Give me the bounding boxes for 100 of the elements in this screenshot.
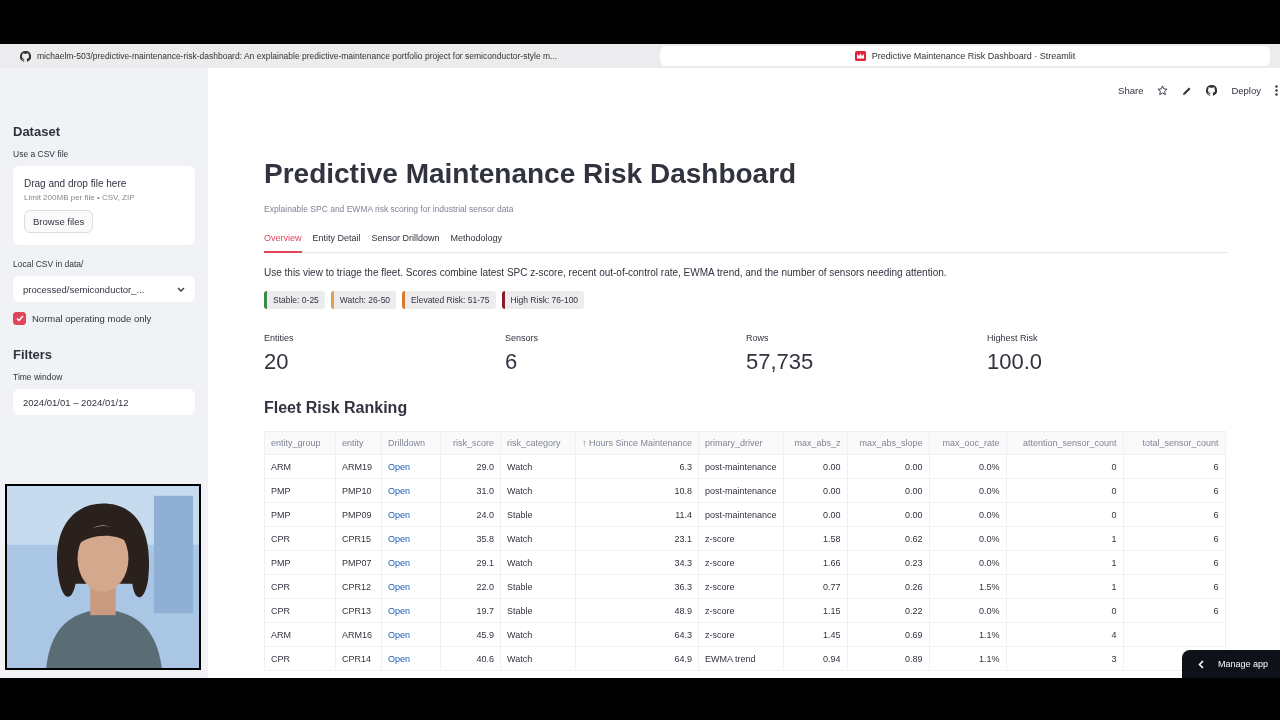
table-cell: post-maintenance: [698, 478, 784, 503]
column-header[interactable]: entity_group: [264, 431, 336, 455]
table-cell: CPR12: [335, 574, 382, 599]
intro-text: Use this view to triage the fleet. Scores combine latest SPC z-score, recent out-of-control rate, EWMA trend, and the number of sensors needing attention.: [264, 267, 948, 278]
column-header[interactable]: risk_score: [440, 431, 501, 455]
chevron-left-icon: [1197, 659, 1204, 669]
table-cell: Watch: [500, 526, 576, 551]
checkbox[interactable]: [13, 312, 26, 325]
github-icon: [20, 50, 31, 62]
tab[interactable]: Sensor Drilldown: [371, 233, 440, 253]
table-cell: 22.0: [440, 574, 501, 599]
chevron-down-icon: [177, 286, 185, 292]
table-cell: CPR: [264, 526, 336, 551]
table-cell: 45.9: [440, 622, 501, 647]
column-header[interactable]: max_abs_z: [783, 431, 848, 455]
star-icon[interactable]: [1157, 85, 1169, 96]
metric-value: 100.0: [987, 349, 1044, 375]
table-cell: 64.9: [575, 646, 699, 671]
table-cell: PMP: [264, 550, 336, 575]
table-cell: z-score: [698, 526, 784, 551]
table-cell: 10.8: [575, 478, 699, 503]
share-link[interactable]: Share: [1118, 85, 1144, 96]
table-cell: 64.3: [575, 622, 699, 647]
browser-tab[interactable]: Predictive Maintenance Risk Dashboard · Streamlit: [660, 46, 1270, 66]
table-cell: 19.7: [440, 598, 501, 623]
table-cell: PMP07: [335, 550, 382, 575]
table-cell: 0.00: [783, 478, 848, 503]
column-header[interactable]: entity: [335, 431, 382, 455]
table-cell: 0.00: [783, 502, 848, 527]
table-cell: 0.0%: [929, 478, 1007, 503]
table-cell: 31.0: [440, 478, 501, 503]
deploy-link[interactable]: Deploy: [1231, 85, 1261, 96]
open-link[interactable]: Open: [388, 509, 411, 520]
table-cell: 6: [1123, 502, 1226, 527]
table-cell: 0.00: [847, 454, 930, 479]
column-header[interactable]: risk_category: [500, 431, 576, 455]
section-heading: Fleet Risk Ranking: [264, 399, 409, 417]
open-link[interactable]: Open: [388, 605, 411, 616]
open-link[interactable]: Open: [388, 533, 411, 544]
table-cell: 0: [1006, 502, 1124, 527]
table-cell: 0.94: [783, 646, 848, 671]
table-cell: 6.3: [575, 454, 699, 479]
date-range-field[interactable]: 2024/01/01 – 2024/01/12: [13, 389, 195, 415]
table-cell: 1.1%: [929, 622, 1007, 647]
file-select[interactable]: processed/semiconductor_...: [13, 276, 195, 302]
table-cell: CPR: [264, 574, 336, 599]
open-link[interactable]: Open: [388, 557, 411, 568]
open-link[interactable]: Open: [388, 461, 411, 472]
metric-label: Sensors: [505, 333, 540, 343]
browser-tab[interactable]: michaelm-503/predictive-maintenance-risk-dashboard: An explainable predictive-maintenance portfolio project for semiconductor-style m...: [10, 46, 654, 66]
table-cell: 1.66: [783, 550, 848, 575]
table-cell: 1: [1006, 550, 1124, 575]
column-header[interactable]: attention_sensor_count: [1006, 431, 1124, 455]
metric-label: Highest Risk: [987, 333, 1039, 343]
tab[interactable]: Methodology: [450, 233, 503, 253]
table-cell: 0.62: [847, 526, 930, 551]
table-cell: 1.58: [783, 526, 848, 551]
column-header[interactable]: max_ooc_rate: [929, 431, 1007, 455]
metric-value: 20: [264, 349, 290, 375]
column-header[interactable]: max_abs_slope: [847, 431, 930, 455]
open-link[interactable]: Open: [388, 653, 411, 664]
table-cell: 0.22: [847, 598, 930, 623]
manage-app-button[interactable]: Manage app: [1181, 650, 1280, 678]
more-icon[interactable]: [1275, 85, 1278, 96]
table-cell: 0.77: [783, 574, 848, 599]
open-link[interactable]: Open: [388, 629, 411, 640]
table-cell: 29.0: [440, 454, 501, 479]
table-cell: ARM19: [335, 454, 382, 479]
table-cell: 3: [1006, 646, 1124, 671]
field-label: Time window: [13, 372, 64, 382]
table-cell: ARM: [264, 622, 336, 647]
checkbox-label: Normal operating mode only: [32, 313, 152, 324]
column-header[interactable]: primary_driver: [698, 431, 784, 455]
table-cell: 0.23: [847, 550, 930, 575]
open-link[interactable]: Open: [388, 485, 411, 496]
table-cell: Stable: [500, 598, 576, 623]
table-cell: PMP: [264, 502, 336, 527]
browse-button[interactable]: Browse files: [24, 210, 94, 233]
table-cell: 0.89: [847, 646, 930, 671]
table-cell: 0.00: [847, 478, 930, 503]
section-heading: Dataset: [13, 124, 61, 139]
column-header[interactable]: total_sensor_count: [1123, 431, 1226, 455]
table-cell: 0: [1006, 478, 1124, 503]
table-cell: 0.0%: [929, 598, 1007, 623]
pencil-icon[interactable]: [1182, 85, 1193, 96]
table-cell: 29.1: [440, 550, 501, 575]
table-cell: Watch: [500, 622, 576, 647]
table-cell: Stable: [500, 574, 576, 599]
legend-badge: High Risk: 76-100: [501, 291, 585, 309]
table-cell: 0.00: [847, 502, 930, 527]
tab[interactable]: Overview: [264, 233, 302, 253]
column-header[interactable]: Drilldown: [381, 431, 441, 455]
table-cell: 24.0: [440, 502, 501, 527]
file-dropzone[interactable]: Drag and drop file here Limit 200MB per file • CSV, ZIP Browse files: [13, 166, 195, 245]
table-cell: z-score: [698, 550, 784, 575]
tab[interactable]: Entity Detail: [312, 233, 361, 253]
table-cell: PMP09: [335, 502, 382, 527]
open-link[interactable]: Open: [388, 581, 411, 592]
table-cell: z-score: [698, 598, 784, 623]
column-header[interactable]: ↑ Hours Since Maintenance: [575, 431, 699, 455]
